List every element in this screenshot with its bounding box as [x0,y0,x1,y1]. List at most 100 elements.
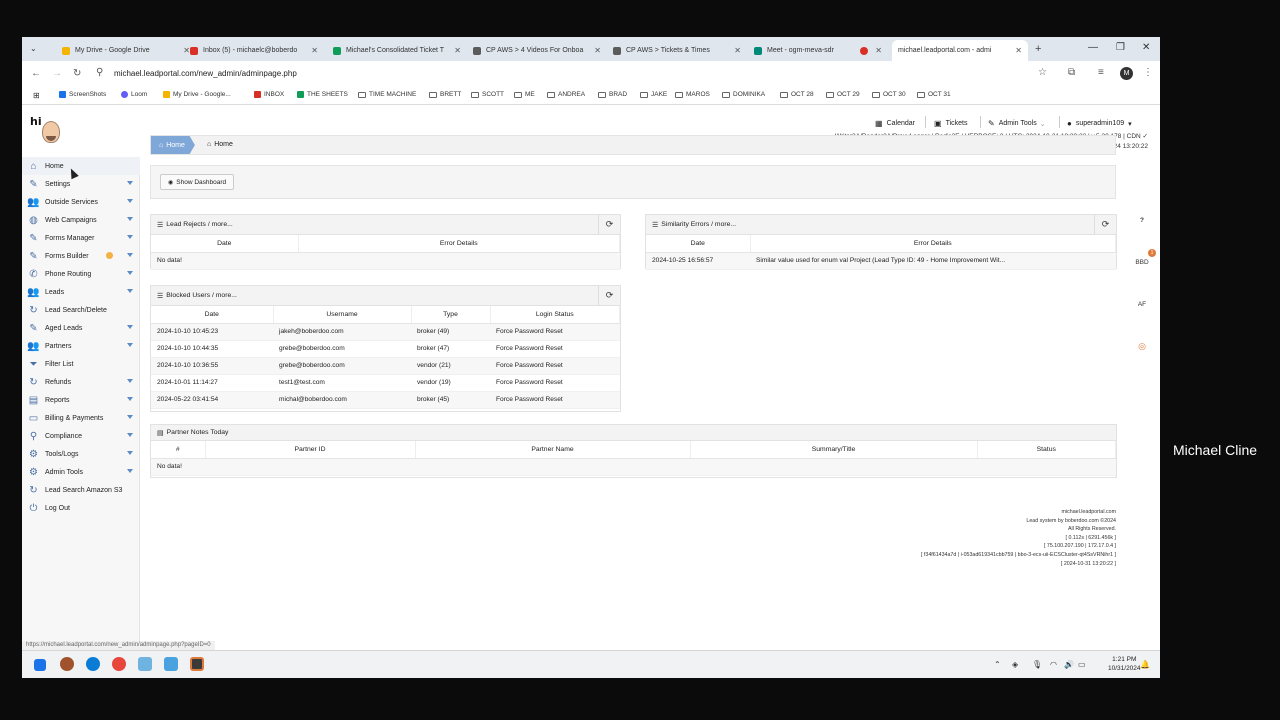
column-header[interactable]: Error Details [298,235,620,253]
table-row[interactable]: 2024-10-01 11:14:27 test1@test.com vendor … [151,374,620,392]
close-icon[interactable]: ✕ [734,46,741,55]
sidebar-item-log-out[interactable]: ⏻ Log Out [22,499,140,517]
table-row[interactable]: 2024-05-22 03:41:54 michal@boberdoo.com br… [151,391,620,409]
lead-rejects-title[interactable]: Lead Rejects / more... [166,221,233,228]
lifebuoy-icon[interactable]: ◎ [1126,341,1158,352]
column-header[interactable]: Date [151,235,299,253]
wifi-icon[interactable]: ◠ [1050,660,1057,669]
bookmark-folder[interactable]: TIME MACHINE [358,91,416,98]
bookmark-folder[interactable]: ANDREA [547,91,585,98]
taskbar-clock[interactable]: 1:21 PM 10/31/2024 [1108,655,1141,673]
help-button[interactable]: ? [1126,217,1158,224]
sidebar-item-web-campaigns[interactable]: ◍ Web Campaigns [22,211,140,229]
sidebar-item-home[interactable]: ⌂ Home [22,157,140,175]
column-header[interactable]: Partner ID [205,441,416,459]
column-header[interactable]: Date [151,306,274,324]
sidebar-item-forms-manager[interactable]: ✎ Forms Manager [22,229,140,247]
column-header[interactable]: Summary/Title [690,441,978,459]
column-header[interactable]: Type [411,306,491,324]
bookmark-inbox[interactable]: INBOX [254,91,284,98]
column-header[interactable]: Error Details [750,235,1116,253]
bookmark-folder[interactable]: ME [514,91,535,98]
bookmark-folder[interactable]: OCT 30 [872,91,906,98]
sidebar-item-admin-tools[interactable]: ⚙ Admin Tools [22,463,140,481]
forward-button[interactable]: → [52,68,62,79]
refresh-button[interactable]: ⟳ [598,286,620,305]
sidebar-item-partners[interactable]: 👥 Partners [22,337,140,355]
column-header[interactable]: Date [646,235,751,253]
refresh-button[interactable]: ⟳ [1094,215,1116,234]
close-icon[interactable]: ✕ [311,46,318,55]
bookmark-folder[interactable]: OCT 28 [780,91,814,98]
browser-tab-active[interactable]: michael.leadportal.com - admi ✕ [892,40,1028,61]
back-button[interactable]: ← [31,68,41,79]
admin-tools-menu[interactable]: ✎ Admin Tools ⌄ [988,119,1046,128]
edge-icon[interactable] [86,657,100,671]
bookmark-folder[interactable]: OCT 31 [917,91,951,98]
calendar-link[interactable]: ▦ Calendar [875,119,915,128]
bookmark-folder[interactable]: DOMINIKA [722,91,765,98]
blocked-users-title[interactable]: Blocked Users / more... [166,292,237,299]
sidebar-item-outside-services[interactable]: 👥 Outside Services [22,193,140,211]
app-icon[interactable] [60,657,74,671]
sidebar-item-compliance[interactable]: ⚲ Compliance [22,427,140,445]
maximize-button[interactable]: ❐ [1116,42,1125,53]
similarity-errors-title[interactable]: Similarity Errors / more... [661,221,736,228]
security-icon[interactable]: ◈ [1012,660,1018,669]
browser-tab[interactable]: CP AWS > Tickets & Times ✕ [607,40,747,61]
refresh-button[interactable]: ⟳ [598,215,620,234]
breadcrumb-home-link[interactable]: ⌂ Home [151,136,195,154]
sidebar-item-tools-logs[interactable]: ⚙ Tools/Logs [22,445,140,463]
browser-tab[interactable]: Inbox (5) - michaelc@boberdo ✕ [184,40,324,61]
volume-icon[interactable]: 🔊 [1064,660,1074,669]
column-header[interactable]: Username [273,306,412,324]
bookmark-folder[interactable]: OCT 29 [826,91,860,98]
sidebar-item-phone-routing[interactable]: ✆ Phone Routing [22,265,140,283]
column-header[interactable]: Status [977,441,1116,459]
sidebar-item-lead-search-amazon-s3[interactable]: ↻ Lead Search Amazon S3 [22,481,140,499]
bookmark-folder[interactable]: SCOTT [471,91,504,98]
user-menu[interactable]: ● superadmin109 ▾ [1067,119,1132,128]
close-window-button[interactable]: ✕ [1142,42,1150,53]
column-header[interactable]: # [151,441,206,459]
close-icon[interactable]: ✕ [594,46,601,55]
bookmark-folder[interactable]: JAKE [640,91,667,98]
sidebar-item-filter-list[interactable]: ⏷ Filter List [22,355,140,373]
windows-start-icon[interactable] [34,659,46,671]
sidebar-item-forms-builder[interactable]: ✎ Forms Builder [22,247,140,265]
battery-icon[interactable]: ▭ [1078,660,1086,669]
sticky-app-icon[interactable] [190,657,204,671]
site-info-icon[interactable]: ⚲ [96,67,103,78]
apps-grid-icon[interactable]: ⊞ [33,91,40,100]
bbd-button[interactable]: BBD [1126,259,1158,266]
browser-tab[interactable]: Meet - ogm-meva-sdr [748,40,858,61]
new-tab-button[interactable]: + [1035,43,1041,55]
sidebar-item-aged-leads[interactable]: ✎ Aged Leads [22,319,140,337]
menu-icon[interactable]: ⋮ [1143,67,1153,78]
browser-tab[interactable]: ✕ [854,40,888,61]
bookmark-screenshots[interactable]: ScreenShots [59,91,106,98]
app-logo[interactable]: hi [30,115,64,149]
browser-tab[interactable]: CP AWS > 4 Videos For Onboa ✕ [467,40,607,61]
sidebar-item-lead-search-delete[interactable]: ↻ Lead Search/Delete [22,301,140,319]
minimize-button[interactable]: — [1088,42,1098,53]
browser-tab[interactable]: My Drive - Google Drive ✕ [56,40,196,61]
table-row[interactable]: 2024-10-10 10:44:35 grebe@boberdoo.com bro… [151,340,620,358]
sidebar-item-leads[interactable]: 👥 Leads [22,283,140,301]
tickets-link[interactable]: ▣ Tickets [934,119,967,128]
bookmark-drive[interactable]: My Drive - Google... [163,91,231,98]
close-icon[interactable]: ✕ [875,46,882,55]
column-header[interactable]: Login Status [490,306,620,324]
table-row[interactable]: 2024-10-25 16:56:57 Similar value used f… [646,252,1116,270]
column-header[interactable]: Partner Name [415,441,691,459]
sidebar-item-billing-payments[interactable]: ▭ Billing & Payments [22,409,140,427]
profile-avatar[interactable]: M [1120,67,1133,80]
sidebar-item-reports[interactable]: ▤ Reports [22,391,140,409]
reload-button[interactable]: ↻ [73,68,81,79]
bookmark-loom[interactable]: Loom [121,91,147,98]
af-button[interactable]: AF [1126,301,1158,308]
bookmark-the-sheets[interactable]: THE SHEETS [297,91,348,98]
mic-icon[interactable]: 🎙 [1032,660,1042,669]
sidebar-item-refunds[interactable]: ↻ Refunds [22,373,140,391]
browser-tab[interactable]: Michael's Consolidated Ticket T ✕ [327,40,467,61]
